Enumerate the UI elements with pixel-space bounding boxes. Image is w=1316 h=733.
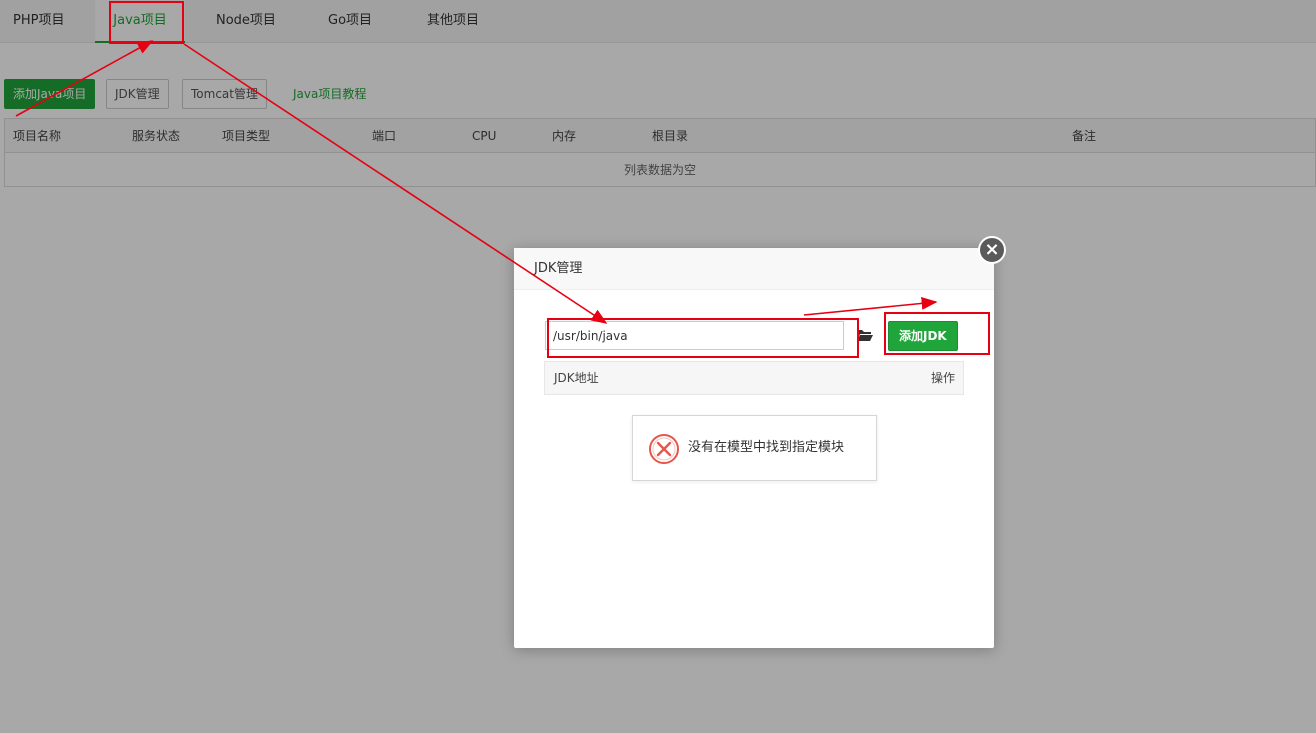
- col-action: 操作: [930, 371, 955, 385]
- jdk-table-header: JDK地址 操作: [544, 361, 964, 395]
- error-message: 没有在模型中找到指定模块: [688, 440, 845, 455]
- dialog-title: JDK管理: [514, 248, 994, 290]
- col-jdk-path: JDK地址: [554, 371, 599, 385]
- error-circle-icon: [649, 434, 679, 464]
- folder-open-icon[interactable]: [856, 326, 874, 344]
- add-jdk-button[interactable]: 添加JDK: [888, 321, 958, 351]
- error-toast: 没有在模型中找到指定模块: [632, 415, 877, 481]
- close-icon[interactable]: ×: [978, 236, 1006, 264]
- jdk-path-input[interactable]: [545, 321, 844, 350]
